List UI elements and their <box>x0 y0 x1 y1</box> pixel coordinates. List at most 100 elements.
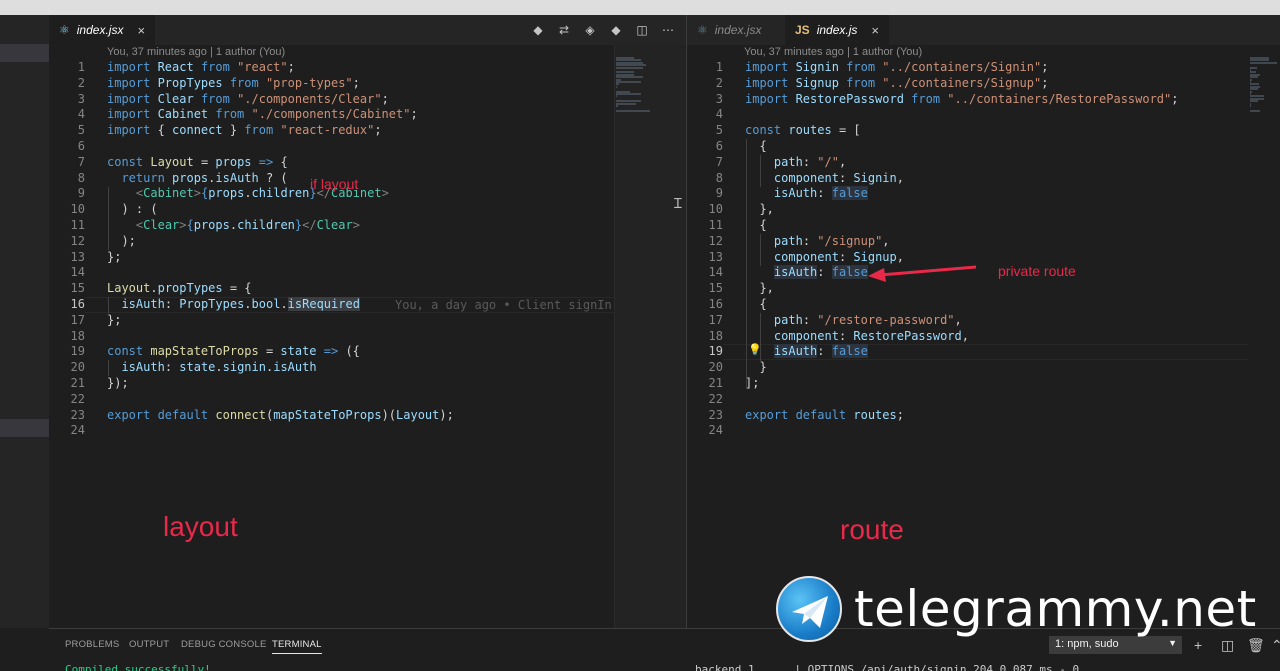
split-editor-icon[interactable]: ◫ <box>634 22 650 38</box>
code-line[interactable]: 22 <box>693 392 1253 408</box>
code-line[interactable]: 21]; <box>693 376 1253 392</box>
code-token: { <box>745 217 767 232</box>
code-token: . <box>150 281 158 296</box>
close-icon[interactable]: × <box>871 23 879 38</box>
code-line[interactable]: 7 const Layout = props => { <box>55 155 615 171</box>
code-line[interactable]: 18 <box>55 329 615 345</box>
code-line[interactable]: 1 import React from "react"; <box>55 60 615 76</box>
code-line[interactable]: 11 <Clear>{props.children}</Clear> <box>55 218 615 234</box>
code-line[interactable]: 23 export default connect(mapStateToProps… <box>55 408 615 424</box>
code-line[interactable]: 7 path: "/", <box>693 155 1253 171</box>
tab-terminal[interactable]: TERMINAL <box>272 639 322 654</box>
sidebar-selected-item[interactable] <box>0 44 49 62</box>
code-line[interactable]: 17 path: "/restore-password", <box>693 313 1253 329</box>
left-code-area[interactable]: 1 import React from "react"; 2 import PropT… <box>55 60 615 439</box>
tab-output[interactable]: OUTPUT <box>129 639 169 650</box>
code-line[interactable]: 2 import Signup from "../containers/Signu… <box>693 76 1253 92</box>
code-token: props <box>172 170 209 185</box>
line-number: 24 <box>708 423 723 438</box>
code-line[interactable]: 6 <box>55 139 615 155</box>
codelens-blame[interactable]: You, 37 minutes ago | 1 author (You) <box>107 46 285 58</box>
code-line[interactable]: 10 }, <box>693 202 1253 218</box>
code-line[interactable]: 4 <box>693 107 1253 123</box>
code-token: ; <box>1041 60 1049 74</box>
code-token: props <box>208 186 245 201</box>
code-text: import { connect } from "react-redux"; <box>107 123 382 139</box>
code-line[interactable]: 18 component: RestorePassword, <box>693 329 1253 345</box>
code-token: , <box>954 312 962 327</box>
line-number: 14 <box>708 265 723 280</box>
code-token: from <box>846 75 883 90</box>
code-line[interactable]: 24 <box>55 423 615 439</box>
code-line[interactable]: 3 import RestorePassword from "../contain… <box>693 92 1253 108</box>
code-text: import Signin from "../containers/Signin… <box>745 60 1048 76</box>
code-token: : <box>817 186 832 201</box>
code-line[interactable]: 22 <box>55 392 615 408</box>
preview-icon[interactable]: ◈ <box>582 22 598 38</box>
code-line[interactable]: 10 ) : ( <box>55 202 615 218</box>
code-line[interactable]: 19 isAuth: false <box>693 344 1253 360</box>
code-token: PropTypes <box>157 75 230 90</box>
git-open-changes-icon[interactable]: ◆ <box>530 22 546 38</box>
code-line[interactable]: 9 isAuth: false <box>693 186 1253 202</box>
more-actions-icon[interactable]: ⋯ <box>660 22 676 38</box>
code-line[interactable]: 19 const mapStateToProps = state => ({ <box>55 344 615 360</box>
code-line[interactable]: 17}; <box>55 313 615 329</box>
code-line[interactable]: 11 { <box>693 218 1253 234</box>
code-text: component: RestorePassword, <box>745 329 969 345</box>
left-minimap-slider[interactable] <box>614 45 686 628</box>
code-token: ); <box>107 233 136 248</box>
right-minimap[interactable] <box>1248 45 1280 628</box>
git-commit-icon[interactable]: ◆ <box>608 22 624 38</box>
code-token: : <box>802 312 818 327</box>
right-code-area[interactable]: 1 import Signin from "../containers/Signi… <box>693 60 1253 439</box>
tab-problems[interactable]: PROBLEMS <box>65 639 119 650</box>
code-token: import <box>107 123 158 138</box>
lightbulb-icon[interactable]: 💡 <box>748 343 762 356</box>
code-line[interactable]: 8 component: Signin, <box>693 171 1253 187</box>
code-text: isAuth: false <box>745 344 868 360</box>
code-token: , <box>896 170 904 185</box>
code-line[interactable]: 12 path: "/signup", <box>693 234 1253 250</box>
tab-debug-console[interactable]: DEBUG CONSOLE <box>181 639 266 650</box>
code-line[interactable]: 16 { <box>693 297 1253 313</box>
code-token: default <box>157 407 216 422</box>
tab-index-jsx-left[interactable]: ⚛ index.jsx × <box>49 15 156 45</box>
tab-index-jsx-right[interactable]: ⚛ index.jsx <box>687 15 771 45</box>
sidebar-hover-item[interactable] <box>0 419 49 437</box>
git-compare-icon[interactable]: ⇄ <box>556 22 572 38</box>
tab-index-js[interactable]: JS index.js × <box>785 15 889 45</box>
code-line[interactable]: 12 ); <box>55 234 615 250</box>
code-token: import <box>745 60 796 74</box>
code-line[interactable]: 15 Layout.propTypes = { <box>55 281 615 297</box>
code-line[interactable]: 24 <box>693 423 1253 439</box>
left-editor-pane: ⚛ index.jsx × ◆ ⇄ ◈ ◆ ◫ ⋯ You, 37 minute… <box>49 15 686 628</box>
code-line[interactable]: 4 import Cabinet from "./components/Cabin… <box>55 107 615 123</box>
line-number: 12 <box>708 233 723 248</box>
code-line[interactable]: 5 const routes = [ <box>693 123 1253 139</box>
code-line[interactable]: 20 isAuth: state.signin.isAuth <box>55 360 615 376</box>
code-line[interactable]: 20 } <box>693 360 1253 376</box>
code-line[interactable]: 5 import { connect } from "react-redux"; <box>55 123 615 139</box>
code-line[interactable]: 13}; <box>55 250 615 266</box>
line-number: 18 <box>708 328 723 343</box>
line-number: 17 <box>70 312 85 327</box>
code-line[interactable]: 21}); <box>55 376 615 392</box>
code-line[interactable]: 15 }, <box>693 281 1253 297</box>
line-number: 10 <box>70 202 85 217</box>
line-number: 4 <box>715 107 723 122</box>
code-token: import <box>107 91 158 106</box>
chevron-up-icon[interactable]: ⌃ <box>1271 637 1280 654</box>
code-line[interactable]: 3 import Clear from "./components/Clear"; <box>55 92 615 108</box>
code-line[interactable]: 23 export default routes; <box>693 408 1253 424</box>
code-text: import Cabinet from "./components/Cabine… <box>107 107 418 123</box>
code-token: children <box>237 217 295 232</box>
code-line[interactable]: 14 <box>55 265 615 281</box>
code-line[interactable]: 1 import Signin from "../containers/Signi… <box>693 60 1253 76</box>
codelens-blame[interactable]: You, 37 minutes ago | 1 author (You) <box>744 46 922 58</box>
code-line[interactable]: 6 { <box>693 139 1253 155</box>
close-icon[interactable]: × <box>137 23 145 38</box>
code-line[interactable]: 2 import PropTypes from "prop-types"; <box>55 76 615 92</box>
